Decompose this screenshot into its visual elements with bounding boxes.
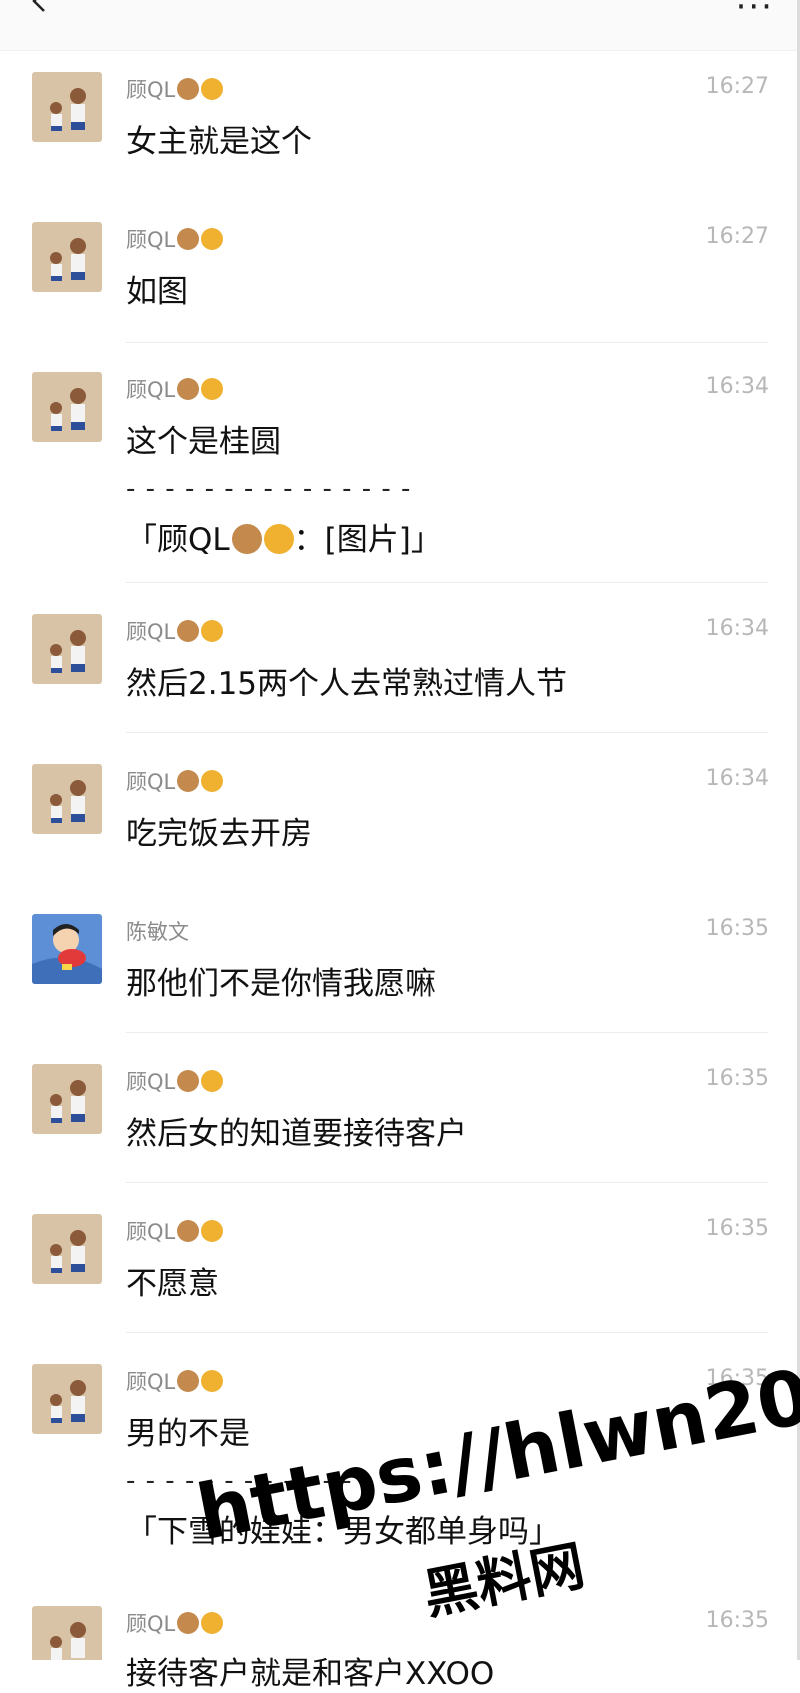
sender-name: 顾QL xyxy=(126,224,224,254)
message-text: 不愿意 xyxy=(126,1266,219,1302)
monkey-emoji-icon xyxy=(177,78,200,100)
message-time: 16:34 xyxy=(705,374,769,399)
avatar[interactable] xyxy=(32,72,102,142)
avatar[interactable] xyxy=(32,914,102,984)
divider xyxy=(126,732,768,733)
sender-name: 顾QL xyxy=(126,616,224,646)
monkey-emoji-icon xyxy=(177,1220,200,1242)
tiger-emoji-icon xyxy=(201,770,224,792)
message-time: 16:27 xyxy=(705,74,769,99)
message-text: 这个是桂圆 xyxy=(126,424,281,460)
divider xyxy=(126,1032,768,1033)
tiger-emoji-icon xyxy=(201,228,224,250)
message-time: 16:34 xyxy=(705,616,769,641)
sender-name: 顾QL xyxy=(126,74,224,104)
monkey-emoji-icon xyxy=(177,770,200,792)
quoted-message[interactable]: 「顾QL ：[图片]」 xyxy=(126,514,442,559)
tiger-emoji-icon xyxy=(201,1220,224,1242)
message-time: 16:35 xyxy=(705,916,769,941)
sender-name: 顾QL xyxy=(126,766,224,796)
message-text: 然后女的知道要接待客户 xyxy=(126,1116,467,1152)
sender-name: 顾QL xyxy=(126,1608,224,1638)
tiger-emoji-icon xyxy=(263,524,294,554)
divider xyxy=(126,1332,768,1333)
message-text: 女主就是这个 xyxy=(126,124,312,160)
message-text: 接待客户就是和客户XXOO xyxy=(126,1656,495,1692)
sender-name: 顾QL xyxy=(126,1066,224,1096)
tiger-emoji-icon xyxy=(201,378,224,400)
sender-name: 顾QL xyxy=(126,1216,224,1246)
divider xyxy=(126,582,768,583)
monkey-emoji-icon xyxy=(177,1070,200,1092)
message-time: 16:35 xyxy=(705,1608,769,1633)
monkey-emoji-icon xyxy=(231,524,262,554)
message-time: 16:34 xyxy=(705,766,769,791)
message-text: 吃完饭去开房 xyxy=(126,816,312,852)
monkey-emoji-icon xyxy=(177,228,200,250)
monkey-emoji-icon xyxy=(177,620,200,642)
avatar[interactable] xyxy=(32,1064,102,1134)
message-time: 16:27 xyxy=(705,224,769,249)
sender-name: 陈敏文 xyxy=(126,920,189,944)
tiger-emoji-icon xyxy=(201,1070,224,1092)
avatar[interactable] xyxy=(32,222,102,292)
message-time: 16:35 xyxy=(705,1216,769,1241)
monkey-emoji-icon xyxy=(177,1612,200,1634)
monkey-emoji-icon xyxy=(177,378,200,400)
tiger-emoji-icon xyxy=(201,1612,224,1634)
message-text: 男的不是 xyxy=(126,1416,250,1452)
message-time: 16:35 xyxy=(705,1066,769,1091)
avatar[interactable] xyxy=(32,1364,102,1434)
avatar[interactable] xyxy=(32,1214,102,1284)
message-text: 如图 xyxy=(126,274,188,310)
divider xyxy=(126,1182,768,1183)
top-bar: ··· xyxy=(0,0,800,51)
tiger-emoji-icon xyxy=(201,620,224,642)
message-text: 然后2.15两个人去常熟过情人节 xyxy=(126,666,568,702)
tiger-emoji-icon xyxy=(201,78,224,100)
avatar[interactable] xyxy=(32,764,102,834)
message-text: 那他们不是你情我愿嘛 xyxy=(126,966,436,1002)
monkey-emoji-icon xyxy=(177,1370,200,1392)
avatar[interactable] xyxy=(32,372,102,442)
tiger-emoji-icon xyxy=(201,1370,224,1392)
avatar[interactable] xyxy=(32,1606,102,1676)
avatar[interactable] xyxy=(32,614,102,684)
sender-name: 顾QL xyxy=(126,1366,224,1396)
more-options-icon[interactable]: ··· xyxy=(736,0,774,24)
chevron-left-icon[interactable] xyxy=(28,0,50,12)
divider xyxy=(126,342,768,343)
quote-separator: - - - - - - - - - - - - - - - xyxy=(126,474,412,504)
sender-name: 顾QL xyxy=(126,374,224,404)
